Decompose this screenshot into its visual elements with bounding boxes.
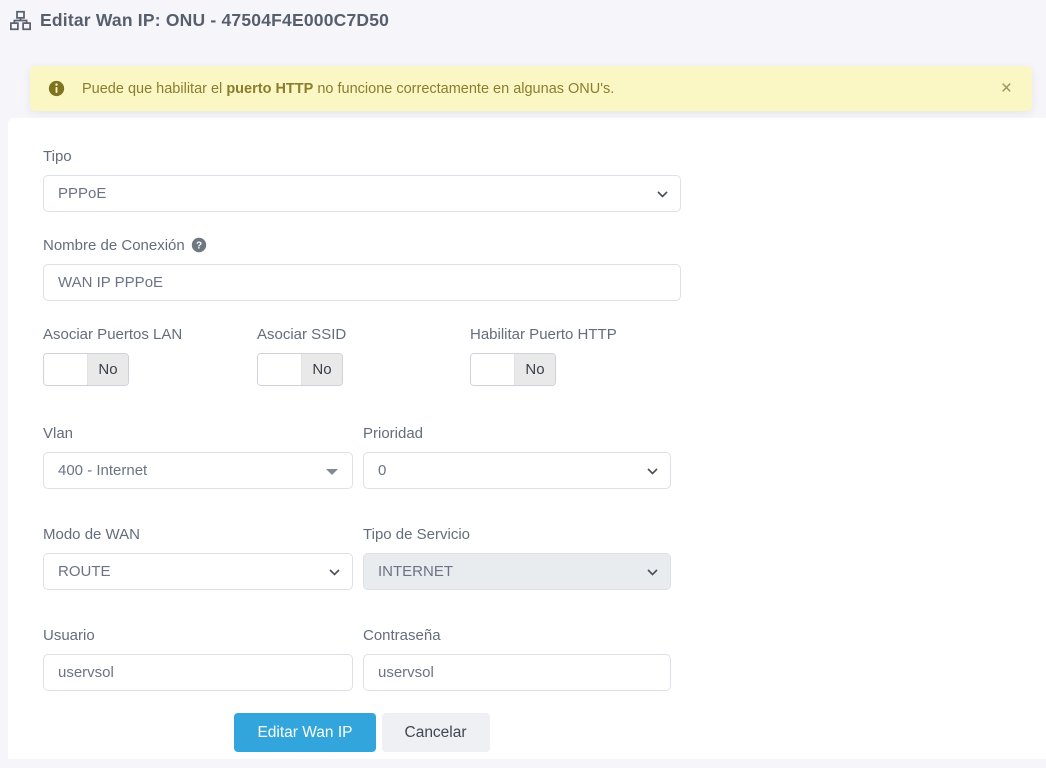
modo-wan-label: Modo de WAN	[43, 525, 140, 543]
vlan-selected-value: 400 - Internet	[58, 462, 148, 479]
page-header: Editar Wan IP: ONU - 47504F4E000C7D50	[10, 9, 1046, 32]
question-circle-icon[interactable]: ?	[191, 237, 207, 253]
asociar-puertos-lan-toggle[interactable]: No	[43, 353, 129, 386]
cancelar-button[interactable]: Cancelar	[381, 713, 490, 752]
http-port-warning-banner: Puede que habilitar el puerto HTTP no fu…	[30, 66, 1032, 111]
vlan-select[interactable]: 400 - Internet	[43, 452, 353, 489]
nombre-conexion-label: Nombre de Conexión ?	[43, 236, 681, 254]
toggle-handle	[471, 354, 515, 385]
prioridad-select[interactable]: 0	[363, 452, 671, 489]
asociar-puertos-lan-label: Asociar Puertos LAN	[43, 325, 183, 343]
tipo-servicio-select: INTERNET	[363, 553, 671, 590]
nombre-conexion-input[interactable]	[43, 264, 681, 301]
habilitar-puerto-http-label: Habilitar Puerto HTTP	[470, 325, 617, 343]
toggle-state-label: No	[515, 354, 555, 385]
toggle-handle	[44, 354, 88, 385]
usuario-input[interactable]	[43, 654, 353, 691]
contrasena-input[interactable]	[363, 654, 671, 691]
modo-wan-select[interactable]: ROUTE	[43, 553, 353, 590]
habilitar-puerto-http-toggle[interactable]: No	[470, 353, 556, 386]
edit-wan-ip-card: Tipo PPPoE Nombre de Conexión ? WAN IP P…	[8, 118, 1046, 759]
toggle-handle	[258, 354, 302, 385]
page-title: Editar Wan IP: ONU - 47504F4E000C7D50	[40, 10, 390, 30]
asociar-ssid-toggle[interactable]: No	[257, 353, 343, 386]
prioridad-label: Prioridad	[363, 424, 424, 442]
tipo-select[interactable]: PPPoE	[43, 175, 681, 212]
warning-text: Puede que habilitar el puerto HTTP no fu…	[82, 80, 615, 97]
asociar-ssid-label: Asociar SSID	[257, 325, 347, 343]
tipo-label: Tipo	[43, 147, 72, 165]
sitemap-icon	[10, 10, 31, 31]
info-circle-icon	[48, 80, 65, 97]
close-icon[interactable]: ×	[999, 79, 1014, 98]
vlan-label: Vlan	[43, 424, 74, 442]
usuario-label: Usuario	[43, 626, 95, 644]
contrasena-label: Contraseña	[363, 626, 441, 644]
svg-text:?: ?	[196, 241, 202, 252]
toggle-state-label: No	[88, 354, 128, 385]
editar-wan-ip-button[interactable]: Editar Wan IP	[234, 713, 376, 752]
tipo-servicio-label: Tipo de Servicio	[363, 525, 470, 543]
triangle-down-icon	[326, 468, 338, 475]
toggle-state-label: No	[302, 354, 342, 385]
